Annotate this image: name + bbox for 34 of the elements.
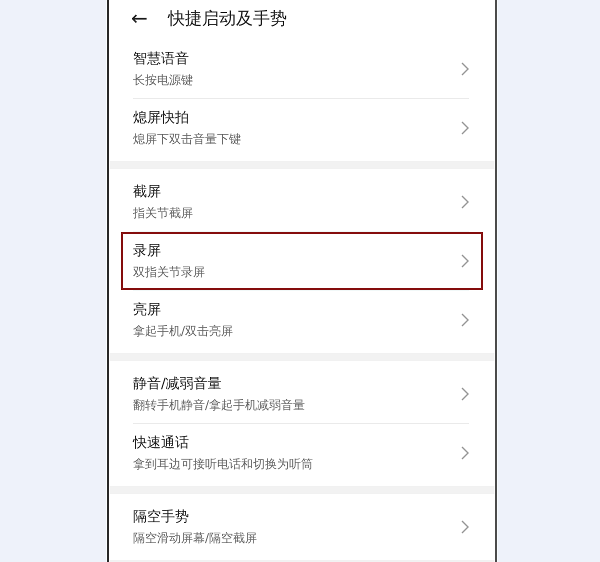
row-subtitle: 隔空滑动屏幕/隔空截屏: [133, 530, 258, 546]
page-title: 快捷启动及手势: [168, 8, 287, 30]
row-subtitle: 指关节截屏: [133, 204, 193, 222]
settings-row[interactable]: 快速通话 拿到耳边可接听电话和切换为听筒: [121, 424, 483, 482]
row-title: 录屏: [133, 242, 162, 260]
row-subtitle: 拿到耳边可接听电话和切换为听筒: [133, 456, 313, 472]
back-button[interactable]: ←: [131, 8, 148, 28]
row-subtitle: 翻转手机静音/拿起手机减弱音量: [133, 396, 306, 414]
chevron-icon: [461, 313, 469, 327]
settings-row[interactable]: 静音/减弱音量 翻转手机静音/拿起手机减弱音量: [121, 365, 483, 423]
row-title: 隔空手势: [133, 508, 190, 526]
row-title: 快速通话: [133, 434, 190, 452]
row-subtitle: 双指关节录屏: [133, 264, 205, 280]
row-subtitle: 拿起手机/双击亮屏: [133, 322, 234, 340]
chevron-icon: [461, 121, 469, 135]
chevron-icon: [461, 195, 469, 209]
chevron-icon: [461, 387, 469, 401]
row-title: 熄屏快拍: [133, 108, 190, 126]
row-subtitle: 熄屏下双击音量下键: [133, 130, 241, 148]
row-title: 智慧语音: [133, 50, 190, 68]
row-title: 静音/减弱音量: [133, 374, 223, 392]
settings-row[interactable]: 隔空手势 隔空滑动屏幕/隔空截屏: [121, 498, 483, 556]
settings-row[interactable]: 亮屏 拿起手机/双击亮屏: [121, 291, 483, 349]
row-title: 截屏: [133, 182, 162, 200]
chevron-icon: [461, 520, 469, 534]
row-subtitle: 长按电源键: [133, 72, 193, 88]
chevron-icon: [461, 446, 469, 460]
chevron-icon: [461, 254, 469, 268]
chevron-icon: [461, 62, 469, 76]
settings-row[interactable]: 熄屏快拍 熄屏下双击音量下键: [121, 99, 483, 157]
settings-row[interactable]: 截屏 指关节截屏: [121, 173, 483, 231]
row-title: 亮屏: [133, 300, 162, 318]
settings-row[interactable]: 智慧语音 长按电源键: [121, 40, 483, 98]
settings-row[interactable]: 录屏 双指关节录屏: [121, 232, 483, 290]
